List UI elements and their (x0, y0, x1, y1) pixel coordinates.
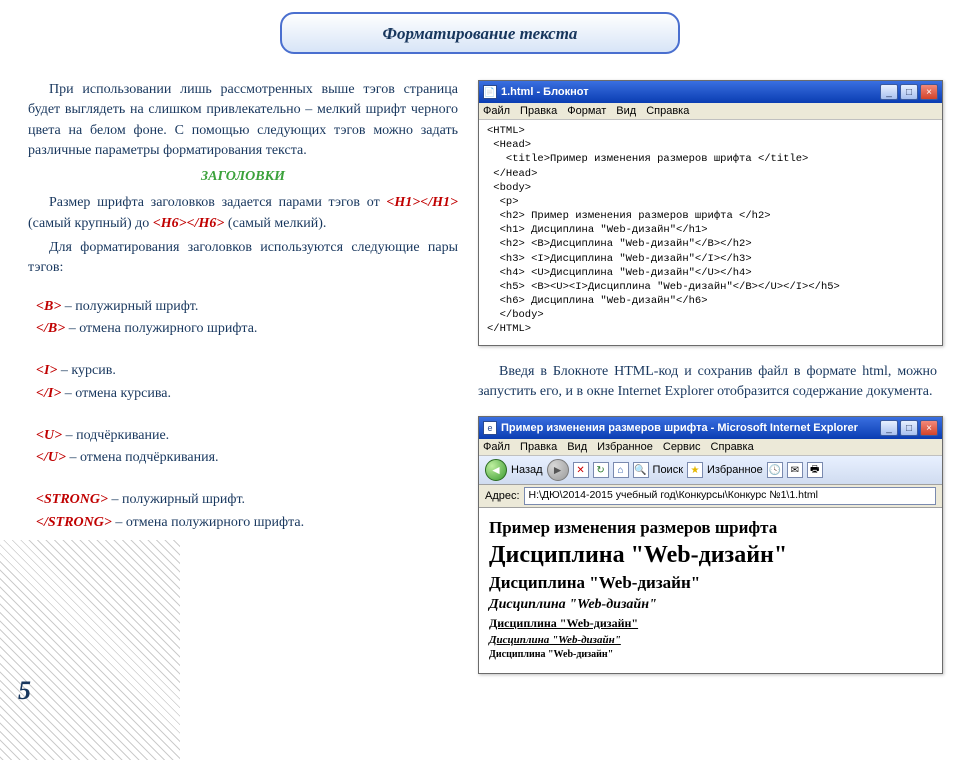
tag-u-open: <U> (36, 428, 62, 443)
ie-menu-file[interactable]: Файл (483, 441, 510, 453)
ie-menubar: Файл Правка Вид Избранное Сервис Справка (479, 439, 942, 456)
right-column: 📄 1.html - Блокнот _ □ × Файл Правка Фор… (478, 80, 943, 674)
section-heading: ЗАГОЛОВКИ (28, 167, 458, 187)
right-paragraph: Введя в Блокноте HTML-код и сохранив фай… (478, 362, 943, 403)
menu-help[interactable]: Справка (646, 105, 689, 117)
tag-h6-open: <H6> (153, 216, 187, 231)
menu-view[interactable]: Вид (616, 105, 636, 117)
forward-button[interactable]: ► (547, 459, 569, 481)
ie-title: Пример изменения размеров шрифта - Micro… (501, 422, 880, 434)
menu-edit[interactable]: Правка (520, 105, 557, 117)
ie-titlebar: e Пример изменения размеров шрифта - Mic… (479, 417, 942, 439)
menu-file[interactable]: Файл (483, 105, 510, 117)
ie-icon: e (483, 421, 497, 435)
favorites-label: Избранное (707, 464, 763, 476)
ie-menu-help[interactable]: Справка (711, 441, 754, 453)
ie-close-button[interactable]: × (920, 420, 938, 436)
minimize-button[interactable]: _ (880, 84, 898, 100)
notepad-menubar: Файл Правка Формат Вид Справка (479, 103, 942, 120)
back-button[interactable]: ◄ (485, 459, 507, 481)
ie-maximize-button[interactable]: □ (900, 420, 918, 436)
banner-title: Форматирование текста (280, 12, 680, 54)
decorative-hatch (0, 540, 180, 760)
para-intro: При использовании лишь рассмотренных выш… (28, 80, 458, 161)
tag-i-close: </I> (36, 386, 61, 401)
rendered-h5: Дисциплина "Web-дизайн" (489, 634, 932, 646)
rendered-h3: Дисциплина "Web-дизайн" (489, 597, 932, 613)
notepad-window: 📄 1.html - Блокнот _ □ × Файл Правка Фор… (478, 80, 943, 346)
tag-list: <B> – полужирный шрифт. </B> – отмена по… (28, 297, 458, 533)
ie-menu-tools[interactable]: Сервис (663, 441, 701, 453)
ie-menu-view[interactable]: Вид (567, 441, 587, 453)
close-button[interactable]: × (920, 84, 938, 100)
ie-minimize-button[interactable]: _ (880, 420, 898, 436)
tag-strong-close: </STRONG> (36, 515, 112, 530)
print-icon[interactable]: 🖶 (807, 462, 823, 478)
stop-icon[interactable]: ✕ (573, 462, 589, 478)
tag-h1-open: <H1> (386, 195, 420, 210)
address-field[interactable]: H:\ДЮ\2014-2015 учебный год\Конкурсы\Кон… (524, 487, 936, 505)
rendered-h4: Дисциплина "Web-дизайн" (489, 616, 932, 631)
notepad-title: 1.html - Блокнот (501, 86, 880, 98)
tag-h6-close: </H6> (187, 216, 225, 231)
ie-toolbar: ◄ Назад ► ✕ ↻ ⌂ 🔍 Поиск ★ Избранное 🕓 ✉ … (479, 456, 942, 485)
rendered-h2: Пример изменения размеров шрифта (489, 518, 932, 538)
refresh-icon[interactable]: ↻ (593, 462, 609, 478)
notepad-editor[interactable]: <HTML> <Head> <title>Пример изменения ра… (479, 120, 942, 345)
rendered-h2-bold: Дисциплина "Web-дизайн" (489, 573, 932, 593)
history-icon[interactable]: 🕓 (767, 462, 783, 478)
para-sizes: Размер шрифта заголовков задается парами… (28, 193, 458, 234)
mail-icon[interactable]: ✉ (787, 462, 803, 478)
ie-menu-edit[interactable]: Правка (520, 441, 557, 453)
menu-format[interactable]: Формат (567, 105, 606, 117)
ie-menu-fav[interactable]: Избранное (597, 441, 653, 453)
tag-u-close: </U> (36, 450, 66, 465)
ie-address-bar: Адрес: H:\ДЮ\2014-2015 учебный год\Конку… (479, 485, 942, 508)
left-column: При использовании лишь рассмотренных выш… (28, 80, 458, 535)
back-label: Назад (511, 464, 543, 476)
tag-b-close: </B> (36, 321, 65, 336)
page-number: 5 (18, 676, 31, 706)
para-pairs: Для форматирования заголовков используют… (28, 238, 458, 279)
ie-viewport: Пример изменения размеров шрифта Дисципл… (479, 508, 942, 673)
tag-i-open: <I> (36, 363, 57, 378)
ie-window: e Пример изменения размеров шрифта - Mic… (478, 416, 943, 674)
tag-strong-open: <STRONG> (36, 492, 108, 507)
search-label: Поиск (653, 464, 683, 476)
address-label: Адрес: (485, 490, 520, 502)
search-icon[interactable]: 🔍 (633, 462, 649, 478)
tag-h1-close: </H1> (420, 195, 458, 210)
rendered-h6: Дисциплина "Web-дизайн" (489, 649, 932, 660)
favorites-icon[interactable]: ★ (687, 462, 703, 478)
home-icon[interactable]: ⌂ (613, 462, 629, 478)
notepad-icon: 📄 (483, 85, 497, 99)
maximize-button[interactable]: □ (900, 84, 918, 100)
notepad-titlebar: 📄 1.html - Блокнот _ □ × (479, 81, 942, 103)
tag-b-open: <B> (36, 299, 61, 314)
rendered-h1: Дисциплина "Web-дизайн" (489, 542, 932, 569)
